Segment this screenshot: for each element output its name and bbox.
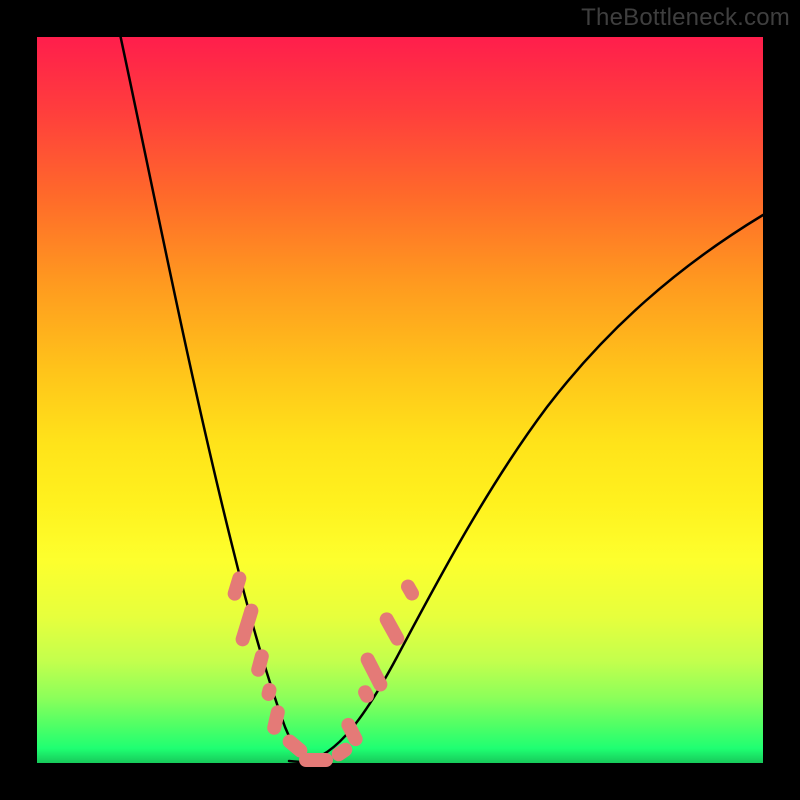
bead	[398, 577, 421, 603]
watermark-text: TheBottleneck.com	[581, 4, 790, 32]
bead	[377, 610, 407, 648]
gradient-plot-area	[37, 37, 763, 763]
bead	[356, 683, 377, 705]
curve-left-branch	[112, 0, 315, 761]
bead	[266, 704, 286, 736]
curve-overlay	[37, 37, 763, 763]
bead	[299, 753, 333, 767]
chart-frame: TheBottleneck.com	[0, 0, 800, 800]
